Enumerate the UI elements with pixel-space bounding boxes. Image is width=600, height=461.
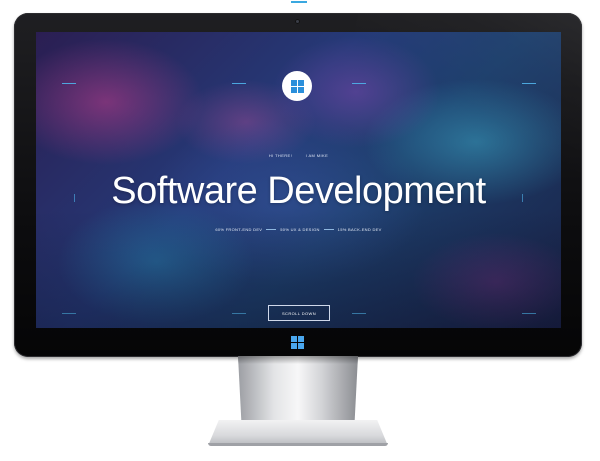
monitor-screen: HI THERE! I AM MIKE Software Development… <box>36 32 561 328</box>
hero-nav: HI THERE! I AM MIKE <box>36 153 561 158</box>
skills-list: 60% FRONT-END DEV 50% UX & DESIGN 15% BA… <box>36 227 561 232</box>
top-indicator-dash <box>291 1 307 3</box>
skill-separator <box>323 229 334 230</box>
nav-item-hi-there[interactable]: HI THERE! <box>269 153 292 158</box>
windows-logo-icon <box>291 336 304 349</box>
skill-front-end: 60% FRONT-END DEV <box>215 227 263 232</box>
nav-item-i-am-mike[interactable]: I AM MIKE <box>306 153 329 158</box>
logo-badge[interactable] <box>282 71 312 101</box>
accent-dash <box>232 83 246 84</box>
accent-dash <box>62 83 76 84</box>
windows-logo-icon <box>290 79 304 93</box>
stand-base-edge <box>208 443 388 446</box>
accent-dash <box>352 313 366 314</box>
accent-dash <box>232 313 246 314</box>
stand-shadow <box>238 356 358 364</box>
monitor-frame: HI THERE! I AM MIKE Software Development… <box>14 13 582 357</box>
accent-dash <box>352 83 366 84</box>
accent-dash <box>522 313 536 314</box>
webcam-icon <box>295 19 300 24</box>
accent-dash <box>62 313 76 314</box>
page-title: Software Development <box>111 170 486 212</box>
monitor-stand-neck <box>238 356 358 426</box>
skill-ux-design: 50% UX & DESIGN <box>280 227 320 232</box>
skill-back-end: 15% BACK-END DEV <box>337 227 382 232</box>
scroll-down-button[interactable]: SCROLL DOWN <box>268 305 330 321</box>
skill-separator <box>266 229 277 230</box>
accent-dash <box>522 83 536 84</box>
